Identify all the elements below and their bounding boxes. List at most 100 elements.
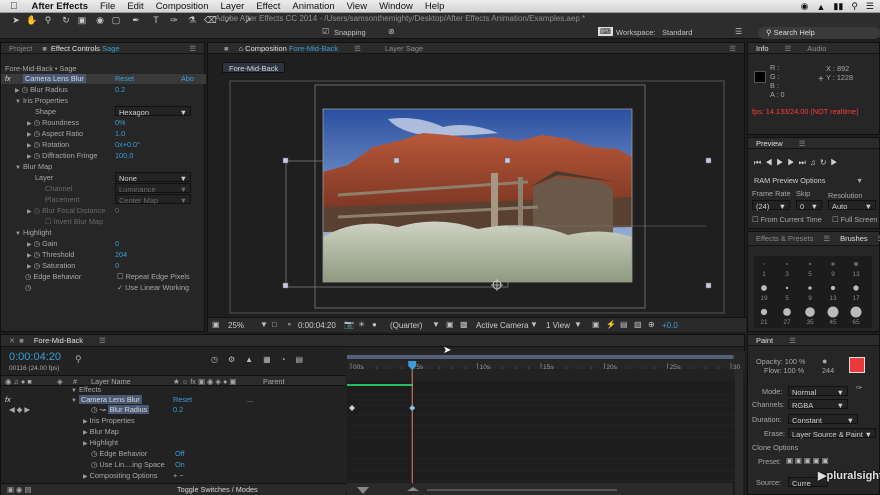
expand-arrow-icon[interactable]: ▶ bbox=[27, 264, 32, 270]
channel-select[interactable]: Luminance ▼ bbox=[115, 183, 191, 194]
frame-blending-icon[interactable]: ▦ bbox=[263, 355, 271, 367]
gain-value[interactable]: 0 bbox=[115, 239, 119, 248]
graph-icon[interactable]: ↝ bbox=[99, 405, 105, 414]
stopwatch-icon[interactable]: ◷ bbox=[34, 206, 40, 215]
view-dropdown-icon[interactable]: ▼ bbox=[574, 320, 582, 329]
menu-edit[interactable]: Edit bbox=[121, 1, 149, 12]
wifi-icon[interactable]: ▲ bbox=[817, 2, 826, 12]
workspace-select[interactable]: Standard bbox=[662, 28, 692, 37]
blur-map-row[interactable]: ▼ Blur Map bbox=[15, 162, 52, 173]
stopwatch-icon[interactable]: ◷ bbox=[91, 460, 97, 469]
brushes-tab-menu-icon[interactable]: ☰ bbox=[876, 234, 880, 243]
paint-channels-select[interactable]: RGBA ▼ bbox=[788, 399, 848, 410]
resolution-preview-select[interactable]: Auto ▼ bbox=[828, 200, 876, 211]
menu-app-name[interactable]: After Effects bbox=[26, 1, 95, 12]
timeline-blur-radius-label[interactable]: Blur Radius bbox=[107, 405, 150, 414]
stopwatch-icon[interactable]: ◷ bbox=[34, 261, 40, 270]
keyframe-diamond-icon[interactable]: ◆ bbox=[17, 405, 23, 414]
stopwatch-icon[interactable]: ◷ bbox=[34, 239, 40, 248]
use-linear-checkbox[interactable]: ✓ Use Linear Working bbox=[117, 283, 189, 292]
comp-panel-menu-icon[interactable]: ☰ bbox=[721, 44, 744, 53]
iris-properties-row[interactable]: ▼ Iris Properties bbox=[15, 96, 68, 107]
pan-behind-tool-icon[interactable]: ◉ bbox=[94, 15, 106, 25]
comp-mini-flowchart-icon[interactable]: ◷ bbox=[211, 355, 218, 367]
tab-audio[interactable]: Audio bbox=[799, 44, 834, 53]
show-snapshot-icon[interactable]: ☀ bbox=[358, 320, 365, 329]
layer-switches-header[interactable]: ★ ☼ fx ▣ ◉ ◈ ● ▣ bbox=[173, 377, 236, 386]
tab-composition[interactable]: ⌂ Composition Fore-Mid-Back bbox=[231, 44, 347, 53]
stopwatch-icon[interactable]: ◷ bbox=[34, 151, 40, 160]
notification-icon[interactable]: ☰ bbox=[866, 1, 874, 12]
tab-paint[interactable]: Paint bbox=[748, 336, 781, 345]
menu-animation[interactable]: Animation bbox=[286, 1, 340, 12]
tab-preview[interactable]: Preview bbox=[748, 139, 791, 148]
gain-row[interactable]: ▶ ◷ Gain bbox=[27, 239, 57, 250]
lock-icon[interactable]: ■ bbox=[40, 44, 49, 53]
timeline-track-area[interactable]: 00s 5s 10s 15s 20s 25s 30 bbox=[347, 351, 745, 495]
paint-duration-select[interactable]: Constant ▼ bbox=[788, 414, 858, 425]
stopwatch-icon[interactable]: ◷ bbox=[91, 449, 97, 458]
timeline-blur-map-row[interactable]: ▶ Blur Map bbox=[83, 427, 119, 438]
tab-brushes[interactable]: Brushes bbox=[832, 234, 876, 243]
effect-name[interactable]: Camera Lens Blur bbox=[23, 74, 86, 83]
ram-preview-options[interactable]: RAM Preview Options bbox=[754, 176, 825, 185]
resolution-select[interactable]: (Quarter) bbox=[390, 321, 422, 330]
frame-rate-select[interactable]: (24) ▼ bbox=[752, 200, 790, 211]
fx-icon[interactable]: fx bbox=[5, 74, 11, 83]
blur-radius-row[interactable]: ▶ ◷ Blur Radius bbox=[15, 85, 68, 96]
snap-options-icon[interactable]: ⊛ bbox=[388, 27, 395, 36]
threshold-row[interactable]: ▶ ◷ Threshold bbox=[27, 250, 74, 261]
compositing-add-remove[interactable]: + − bbox=[173, 471, 184, 480]
prev-frame-icon[interactable]: ◀ bbox=[765, 158, 776, 167]
menu-file[interactable]: File bbox=[94, 1, 121, 12]
expand-arrow-icon[interactable]: ▶ bbox=[27, 209, 32, 215]
label-column-icon[interactable]: ◈ bbox=[57, 377, 63, 386]
record-icon[interactable]: ◉ bbox=[801, 1, 809, 12]
panel-menu-icon[interactable]: ☰ bbox=[181, 44, 204, 53]
safe-zones-icon[interactable]: □ bbox=[272, 320, 277, 329]
edge-behavior-row[interactable]: ◷ Edge Behavior bbox=[25, 272, 81, 281]
menu-help[interactable]: Help bbox=[419, 1, 451, 12]
paint-erase-select[interactable]: Layer Source & Paint ▼ bbox=[788, 428, 876, 439]
timeline-highlight-row[interactable]: ▶ Highlight bbox=[83, 438, 118, 449]
blur-focal-row[interactable]: ▶ ◷ Blur Focal Distance bbox=[27, 206, 105, 217]
placement-select[interactable]: Center Map ▼ bbox=[115, 194, 191, 205]
time-ruler-svg[interactable]: 00s 5s 10s 15s 20s 25s 30 bbox=[347, 351, 745, 495]
stopwatch-active-icon[interactable]: ◷ bbox=[91, 405, 97, 414]
timeline-edge-row[interactable]: ◷ Edge Behavior bbox=[91, 449, 147, 458]
timeline-icon[interactable]: ▤ bbox=[620, 320, 628, 329]
checkbox-icon[interactable]: ☐ bbox=[832, 215, 839, 224]
saturation-value[interactable]: 0 bbox=[115, 261, 119, 270]
spotlight-icon[interactable]: ⚲ bbox=[851, 1, 858, 12]
preview-tab-menu-icon[interactable]: ☰ bbox=[791, 139, 814, 148]
expand-arrow-icon[interactable]: ▶ bbox=[83, 430, 88, 436]
tab-effects-presets[interactable]: Effects & Presets bbox=[748, 234, 821, 243]
expand-arrow-icon[interactable]: ▶ bbox=[27, 121, 32, 127]
collapse-arrow-icon[interactable]: ▼ bbox=[71, 388, 77, 394]
handle-bottom-right[interactable] bbox=[705, 282, 712, 289]
parent-header[interactable]: Parent bbox=[263, 377, 285, 386]
next-keyframe-icon[interactable]: ▶ bbox=[24, 405, 30, 414]
skip-select[interactable]: 0 ▼ bbox=[796, 200, 822, 211]
motion-blur-icon[interactable]: ◔ bbox=[281, 355, 286, 367]
keyframe-navigator[interactable]: ◀ ◆ ▶ bbox=[9, 405, 30, 414]
rotate-tool-icon[interactable]: ↻ bbox=[60, 15, 72, 25]
clone-preset-buttons[interactable]: ▣▣▣▣▣ bbox=[786, 456, 830, 465]
handle-top-right[interactable] bbox=[504, 157, 511, 164]
next-frame-icon[interactable]: ▶ bbox=[787, 158, 798, 167]
diffraction-row[interactable]: ▶ ◷ Diffraction Fringe bbox=[27, 151, 98, 162]
brush-tool-icon[interactable]: ✑ bbox=[168, 15, 180, 25]
saturation-row[interactable]: ▶ ◷ Saturation bbox=[27, 261, 75, 272]
stopwatch-icon[interactable]: ◷ bbox=[22, 85, 28, 94]
handle-top-mid[interactable] bbox=[393, 157, 400, 164]
last-frame-icon[interactable]: ⏭ bbox=[799, 158, 810, 167]
brush-tips-svg[interactable]: 1 3 5 9 1319 5 9 13 1721 27 35 45 65 bbox=[754, 256, 872, 328]
keyboard-icon[interactable]: ⌨ bbox=[598, 27, 613, 36]
timeline-use-lin-row[interactable]: ◷ Use Lin....ing Space bbox=[91, 460, 165, 469]
expand-arrow-icon[interactable]: ▶ bbox=[15, 88, 20, 94]
stopwatch-icon[interactable]: ◷ bbox=[34, 118, 40, 127]
comp-canvas[interactable] bbox=[208, 77, 746, 316]
lock-icon[interactable]: ■ bbox=[208, 44, 231, 53]
expand-arrow-icon[interactable]: ▶ bbox=[83, 474, 88, 480]
timeline-reset-link[interactable]: Reset bbox=[173, 395, 192, 404]
